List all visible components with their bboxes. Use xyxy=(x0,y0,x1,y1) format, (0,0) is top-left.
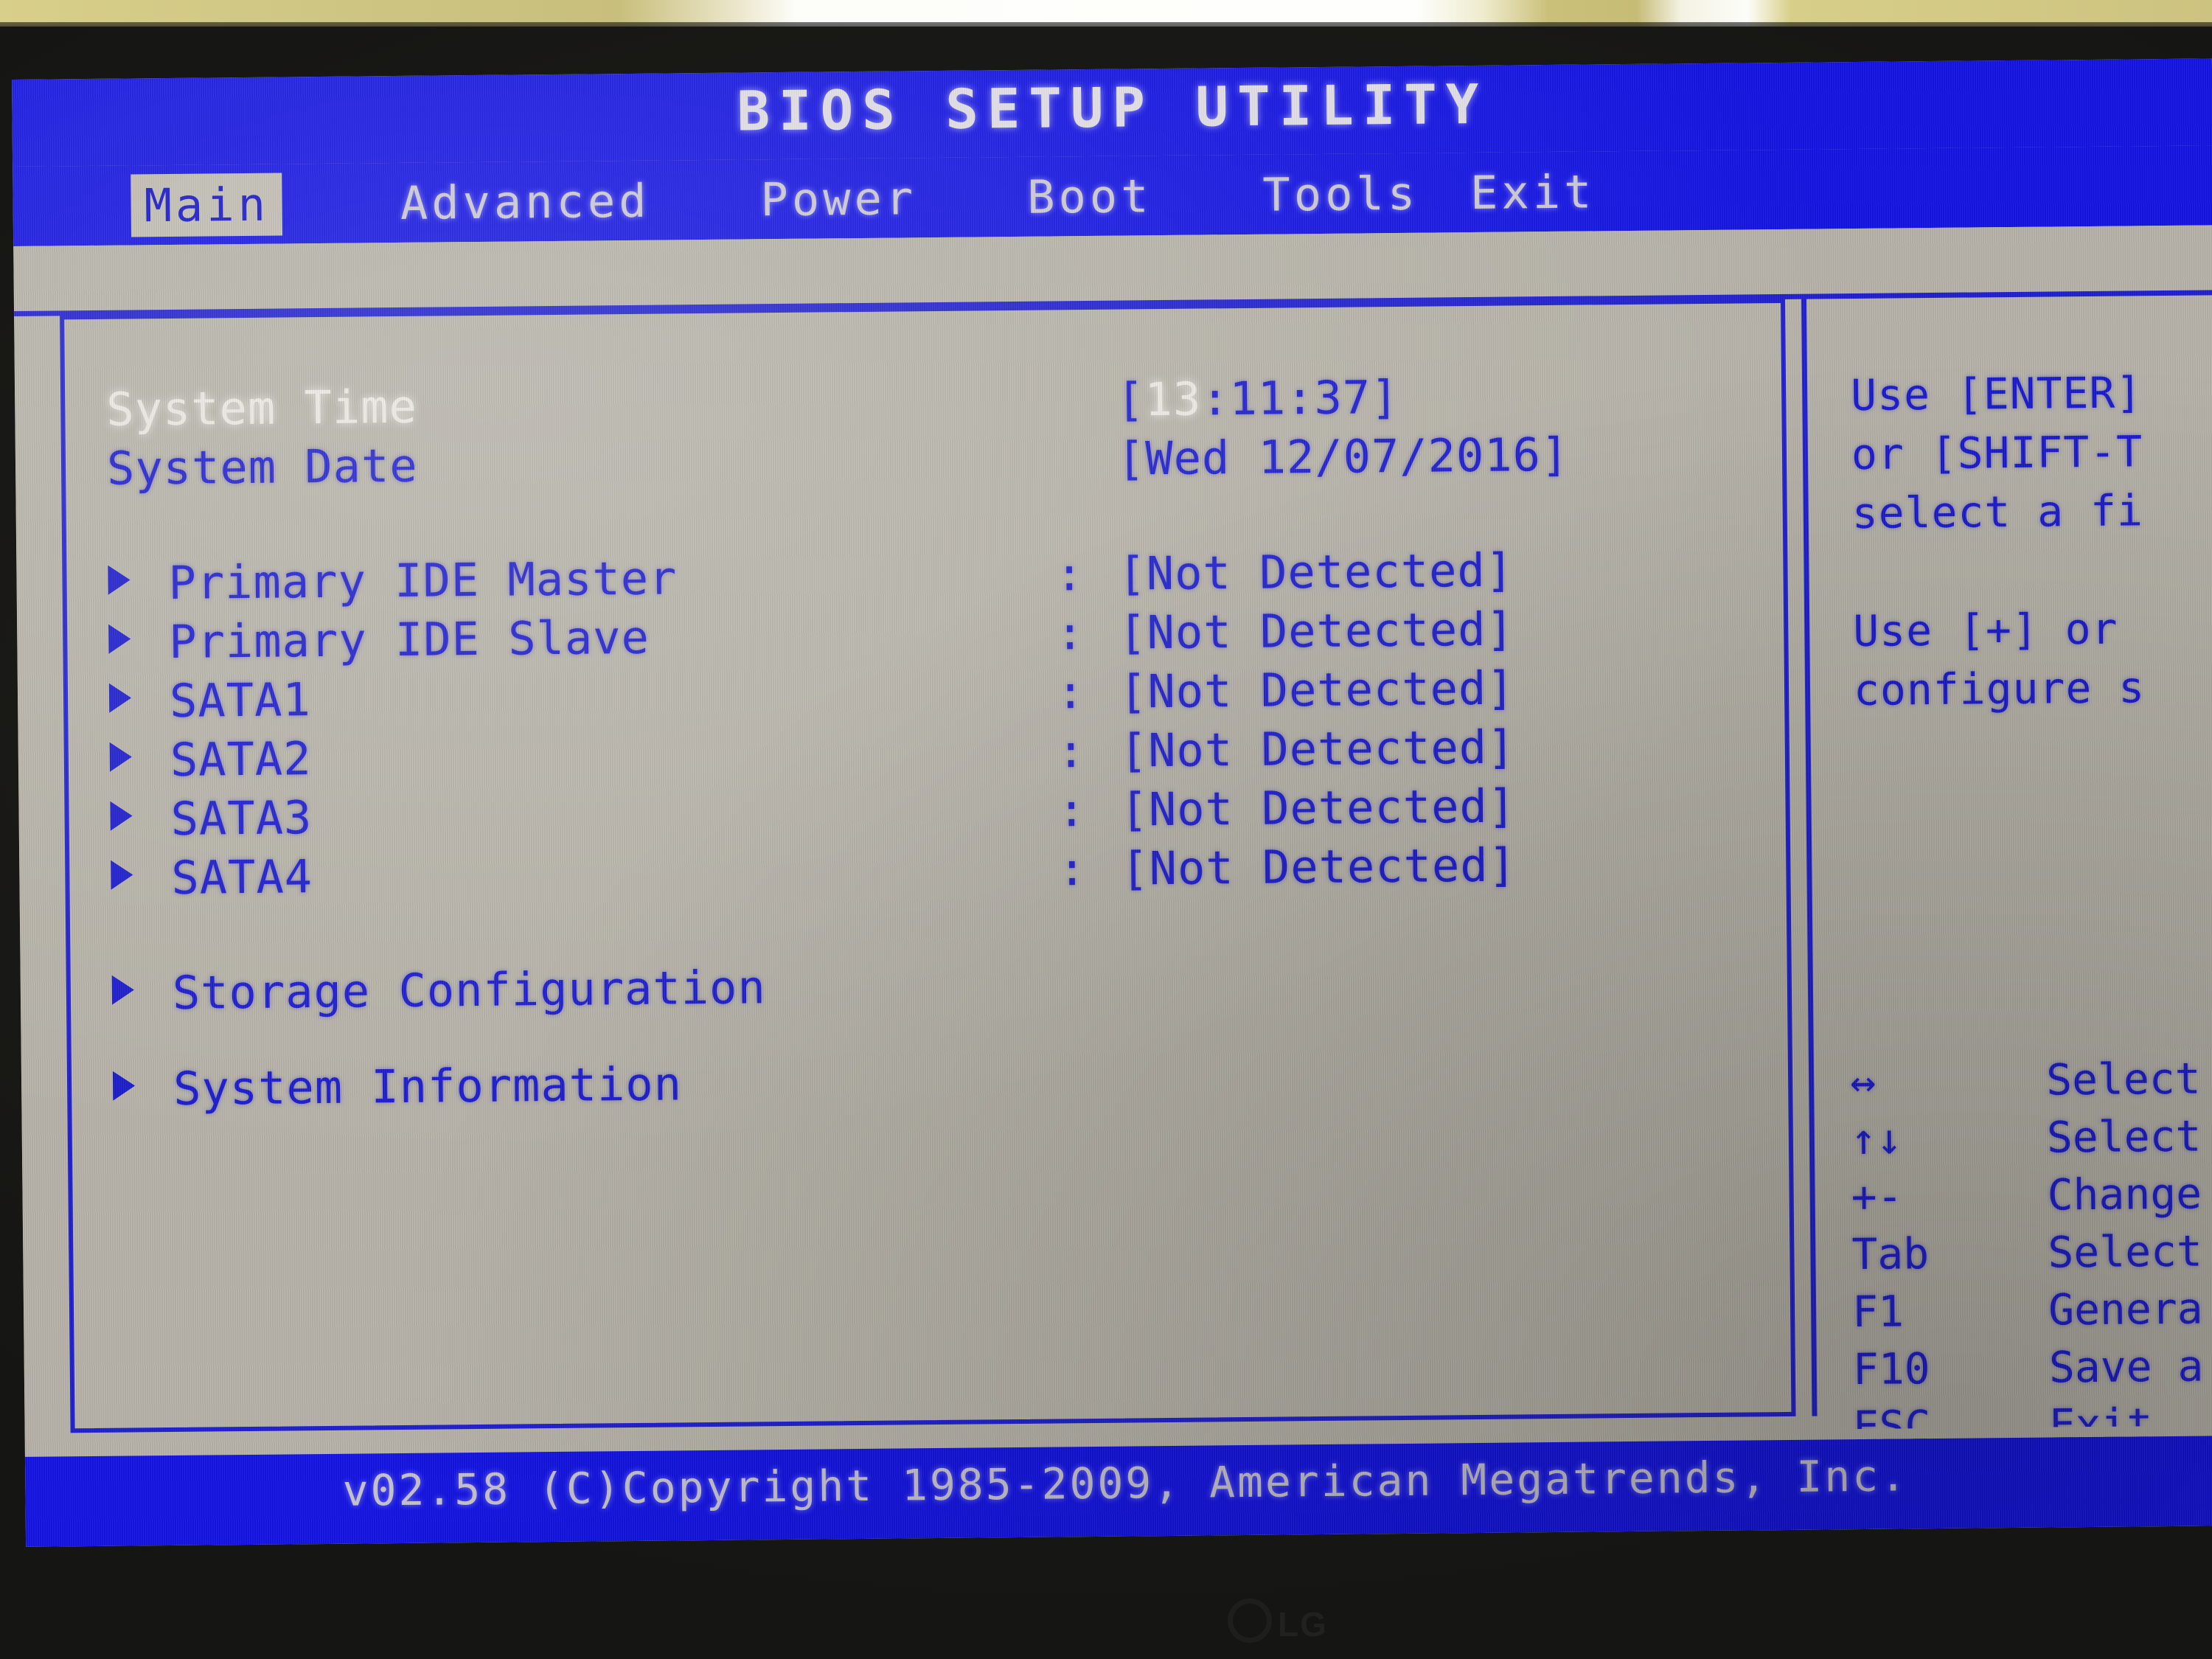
settings-list: System Time [13:11:37] System Date [Wed … xyxy=(106,366,1773,1121)
submenu-arrow-icon xyxy=(108,624,131,654)
submenu-arrow-icon xyxy=(112,1071,136,1101)
submenu-arrow-icon xyxy=(109,742,133,772)
key-legend: ↔ Select ↑↓ Select +- Change Tab Select … xyxy=(1850,1049,2212,1455)
up-down-arrow-icon: ↑↓ xyxy=(1850,1113,1903,1165)
photo-background: LG BIOS SETUP UTILITY Main Advanced Powe… xyxy=(0,0,2212,1659)
key-legend-desc: Save a xyxy=(2048,1340,2204,1393)
key-legend-row: F1 Genera xyxy=(1852,1279,2212,1340)
left-right-arrow-icon: ↔ xyxy=(1849,1056,1877,1107)
key-legend-row: F10 Save a xyxy=(1853,1337,2212,1398)
system-time-open: [ xyxy=(1116,372,1145,427)
system-time-label: System Time xyxy=(105,379,418,437)
plus-minus-icon: +- xyxy=(1851,1171,1903,1222)
help-panel: Use [ENTER] or [SHIFT-T select a fi Use … xyxy=(1851,362,2212,720)
sata1-colon: : xyxy=(1056,665,1085,720)
primary-ide-slave-value: [Not Detected] xyxy=(1118,602,1515,660)
sata3-label: SATA3 xyxy=(170,790,313,846)
sata3-value: [Not Detected] xyxy=(1120,779,1517,837)
system-time-hours[interactable]: 13 xyxy=(1144,372,1201,427)
sata4-colon: : xyxy=(1057,842,1088,897)
copyright-text: v02.58 (C)Copyright 1985-2009, American … xyxy=(342,1450,1909,1516)
sata2-value: [Not Detected] xyxy=(1119,720,1516,778)
key-legend-desc: Select xyxy=(2046,1110,2202,1163)
primary-ide-slave-label: Primary IDE Slave xyxy=(168,610,650,669)
tab-advanced[interactable]: Advanced xyxy=(400,169,650,234)
primary-ide-master-colon: : xyxy=(1055,547,1085,602)
submenu-arrow-icon xyxy=(110,801,133,831)
system-date-value[interactable]: [Wed 12/07/2016] xyxy=(1117,428,1570,486)
panel-divider xyxy=(1801,298,1818,1416)
primary-ide-slave-colon: : xyxy=(1055,606,1085,661)
storage-configuration-label: Storage Configuration xyxy=(172,960,767,1020)
tab-tools[interactable]: Tools xyxy=(1262,161,1419,226)
help-line-1: Use [ENTER] xyxy=(1850,367,2143,421)
tab-main[interactable]: Main xyxy=(131,172,283,237)
key-legend-row: Tab Select xyxy=(1851,1222,2212,1283)
sata1-label: SATA1 xyxy=(169,672,312,728)
submenu-arrow-icon xyxy=(108,565,131,595)
sata4-value: [Not Detected] xyxy=(1120,838,1517,896)
key-legend-row: ↑↓ Select xyxy=(1851,1107,2212,1168)
tab-key-label: Tab xyxy=(1851,1228,1930,1280)
tab-boot[interactable]: Boot xyxy=(1027,164,1152,229)
help-line-5: configure s xyxy=(1853,662,2146,716)
lg-ring-icon xyxy=(1228,1599,1272,1643)
sata2-label: SATA2 xyxy=(170,731,312,787)
key-legend-desc: Genera xyxy=(2048,1283,2203,1335)
sata3-colon: : xyxy=(1057,783,1087,838)
system-information-label: System Information xyxy=(173,1057,683,1116)
help-line-4: Use [+] or xyxy=(1852,603,2118,657)
help-blank xyxy=(1852,539,2212,602)
key-legend-desc: Select xyxy=(2048,1225,2203,1278)
page-title: BIOS SETUP UTILITY xyxy=(737,72,1488,144)
tab-power[interactable]: Power xyxy=(760,167,917,231)
system-time-rest: :11:37] xyxy=(1200,369,1399,426)
help-line-3: select a fi xyxy=(1851,485,2144,539)
primary-ide-master-label: Primary IDE Master xyxy=(168,551,678,610)
key-legend-row: ↔ Select xyxy=(1850,1049,2212,1110)
bios-screen: BIOS SETUP UTILITY Main Advanced Power B… xyxy=(12,58,2212,1547)
submenu-arrow-icon xyxy=(108,683,132,713)
tab-exit[interactable]: Exit xyxy=(1470,160,1596,224)
sata2-colon: : xyxy=(1057,724,1086,779)
key-legend-desc: Change xyxy=(2047,1168,2202,1220)
monitor-brand-label: LG xyxy=(1278,1605,1328,1644)
submenu-arrow-icon xyxy=(111,860,133,890)
key-legend-desc: Select xyxy=(2045,1053,2201,1105)
help-line-2: or [SHIFT-T xyxy=(1851,426,2143,480)
key-legend-row: +- Change xyxy=(1851,1164,2212,1225)
primary-ide-master-value: [Not Detected] xyxy=(1118,543,1514,601)
f10-key-label: F10 xyxy=(1852,1343,1930,1395)
monitor-brand-logo: LG xyxy=(1228,1599,1328,1644)
submenu-arrow-icon xyxy=(111,975,135,1005)
system-date-label: System Date xyxy=(106,438,419,495)
sata4-label: SATA4 xyxy=(171,849,313,905)
system-time-value[interactable]: [13:11:37] xyxy=(1116,370,1399,427)
f1-key-label: F1 xyxy=(1851,1286,1905,1338)
body-area: System Time [13:11:37] System Date [Wed … xyxy=(13,225,2212,1457)
sata1-value: [Not Detected] xyxy=(1119,661,1515,719)
